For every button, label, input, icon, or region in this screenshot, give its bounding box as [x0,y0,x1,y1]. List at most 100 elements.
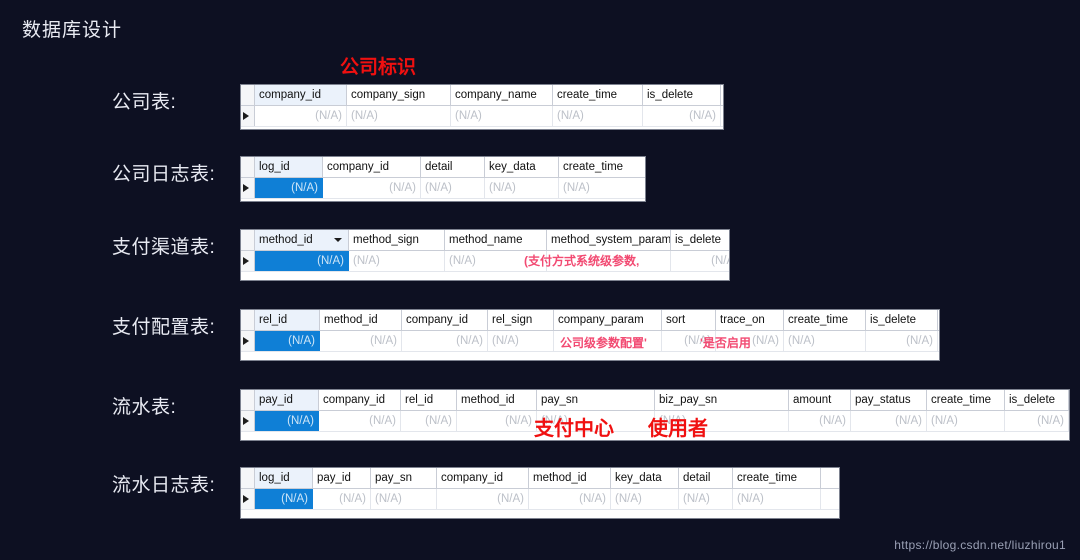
column-header-company_id[interactable]: company_id [319,390,401,410]
payment-method-table[interactable]: method_id method_sign method_name method_sy… [240,229,730,281]
cell-create_time[interactable]: (N/A) [559,178,645,198]
column-header-biz_pay_sn[interactable]: biz_pay_sn [655,390,789,410]
cell-company_id[interactable]: (N/A) [402,331,488,351]
column-header-company_id[interactable]: company_id [402,310,488,330]
cell-log_id[interactable]: (N/A) [255,489,313,509]
company-table[interactable]: company_id company_sign company_name create… [240,84,724,130]
payment-config-table[interactable]: rel_id method_id company_id rel_sign company… [240,309,940,361]
payment-flow-log-table[interactable]: log_id pay_id pay_sn company_id method_id key… [240,467,840,519]
cell-rel_id[interactable]: (N/A) [255,331,320,351]
column-header-pay_status[interactable]: pay_status [851,390,927,410]
row-selector-cell[interactable] [241,251,255,271]
column-header-method_system_param[interactable]: method_system_param [547,230,671,250]
cell-is_delete[interactable]: (N/A) [1005,411,1069,431]
cell-method_id[interactable]: (N/A) [255,251,349,271]
cell-create_time[interactable]: (N/A) [927,411,1005,431]
column-header-detail[interactable]: detail [421,157,485,177]
table-row[interactable]: (N/A) (N/A) (N/A) (N/A) (N/A) (N/A) (N/A) (N/A) [241,331,939,352]
row-selector-cell[interactable] [241,178,255,198]
cell-company_sign[interactable]: (N/A) [347,106,451,126]
column-header-log_id[interactable]: log_id [255,157,323,177]
table-row[interactable]: (N/A)(N/A)(N/A)(N/A) [241,251,729,272]
cell-pay_id[interactable]: (N/A) [313,489,371,509]
cell-key_data[interactable]: (N/A) [611,489,679,509]
cell-company_id[interactable]: (N/A) [323,178,421,198]
cell-method_name[interactable]: (N/A) [445,251,547,271]
cell-company_id[interactable]: (N/A) [319,411,401,431]
column-header-create_time[interactable]: create_time [784,310,866,330]
row-selector-cell[interactable] [241,106,255,126]
cell-pay_sn[interactable]: (N/A) [537,411,655,431]
cell-detail[interactable]: (N/A) [679,489,733,509]
column-header-method_name[interactable]: method_name [445,230,547,250]
column-header-method_id[interactable]: method_id [255,230,349,250]
column-header-rel_sign[interactable]: rel_sign [488,310,554,330]
cell-trace_on[interactable]: (N/A) [716,331,784,351]
column-header-key_data[interactable]: key_data [485,157,559,177]
column-header-rel_id[interactable]: rel_id [255,310,320,330]
row-selector-cell[interactable] [241,331,255,351]
cell-company_param[interactable] [554,331,662,351]
cell-create_time[interactable]: (N/A) [553,106,643,126]
cell-method_system_param[interactable] [547,251,671,271]
cell-amount[interactable]: (N/A) [789,411,851,431]
table-row[interactable]: (N/A) (N/A) (N/A) (N/A) (N/A) [241,106,723,127]
column-header-company_sign[interactable]: company_sign [347,85,451,105]
cell-company_id[interactable]: (N/A) [255,106,347,126]
column-header-create_time[interactable]: create_time [559,157,645,177]
cell-is_delete[interactable]: (N/A) [671,251,729,271]
cell-create_time[interactable]: (N/A) [784,331,866,351]
column-header-method_id[interactable]: method_id [320,310,402,330]
cell-pay_status[interactable]: (N/A) [851,411,927,431]
column-header-method_sign[interactable]: method_sign [349,230,445,250]
table-row[interactable]: (N/A) (N/A) (N/A) (N/A) (N/A) (N/A) (N/A) (N/A)… [241,411,1069,432]
column-header-company_param[interactable]: company_param [554,310,662,330]
column-header-detail[interactable]: detail [679,468,733,488]
column-header-pay_sn[interactable]: pay_sn [371,468,437,488]
column-header-is_delete[interactable]: is_delete [1005,390,1069,410]
cell-is_delete[interactable]: (N/A) [643,106,721,126]
cell-method_id[interactable]: (N/A) [320,331,402,351]
column-header-is_delete[interactable]: is_delete [671,230,729,250]
cell-is_delete[interactable]: (N/A) [866,331,938,351]
cell-log_id[interactable]: (N/A) [255,178,323,198]
company-log-table[interactable]: log_id company_id detail key_data create_tim… [240,156,646,202]
cell-company_id[interactable]: (N/A) [437,489,529,509]
column-header-key_data[interactable]: key_data [611,468,679,488]
cell-method_id[interactable]: (N/A) [529,489,611,509]
column-header-company_id[interactable]: company_id [255,85,347,105]
cell-detail[interactable]: (N/A) [421,178,485,198]
cell-pay_id[interactable]: (N/A) [255,411,319,431]
cell-method_sign[interactable]: (N/A) [349,251,445,271]
cell-sort[interactable]: (N/A) [662,331,716,351]
column-header-log_id[interactable]: log_id [255,468,313,488]
row-selector-cell[interactable] [241,489,255,509]
column-header-pay_id[interactable]: pay_id [255,390,319,410]
chevron-down-icon[interactable] [334,238,342,242]
column-header-is_delete[interactable]: is_delete [643,85,721,105]
column-header-sort[interactable]: sort [662,310,716,330]
column-header-pay_sn[interactable]: pay_sn [537,390,655,410]
column-header-trace_on[interactable]: trace_on [716,310,784,330]
column-header-is_delete[interactable]: is_delete [866,310,938,330]
cell-pay_sn[interactable]: (N/A) [371,489,437,509]
cell-rel_id[interactable]: (N/A) [401,411,457,431]
column-header-company_id[interactable]: company_id [437,468,529,488]
column-header-pay_id[interactable]: pay_id [313,468,371,488]
table-row[interactable]: (N/A) (N/A) (N/A) (N/A) (N/A) (N/A) (N/A) (N/A) [241,489,839,510]
column-header-create_time[interactable]: create_time [927,390,1005,410]
column-header-method_id[interactable]: method_id [529,468,611,488]
column-header-amount[interactable]: amount [789,390,851,410]
cell-company_name[interactable]: (N/A) [451,106,553,126]
cell-biz_pay_sn[interactable]: (N/A) [655,411,789,431]
cell-key_data[interactable]: (N/A) [485,178,559,198]
column-header-create_time[interactable]: create_time [733,468,821,488]
column-header-method_id[interactable]: method_id [457,390,537,410]
column-header-company_name[interactable]: company_name [451,85,553,105]
column-header-rel_id[interactable]: rel_id [401,390,457,410]
row-selector-cell[interactable] [241,411,255,431]
cell-rel_sign[interactable]: (N/A) [488,331,554,351]
column-header-company_id[interactable]: company_id [323,157,421,177]
payment-flow-table[interactable]: pay_id company_id rel_id method_id pay_sn biz… [240,389,1070,441]
table-row[interactable]: (N/A) (N/A) (N/A) (N/A) (N/A) [241,178,645,199]
